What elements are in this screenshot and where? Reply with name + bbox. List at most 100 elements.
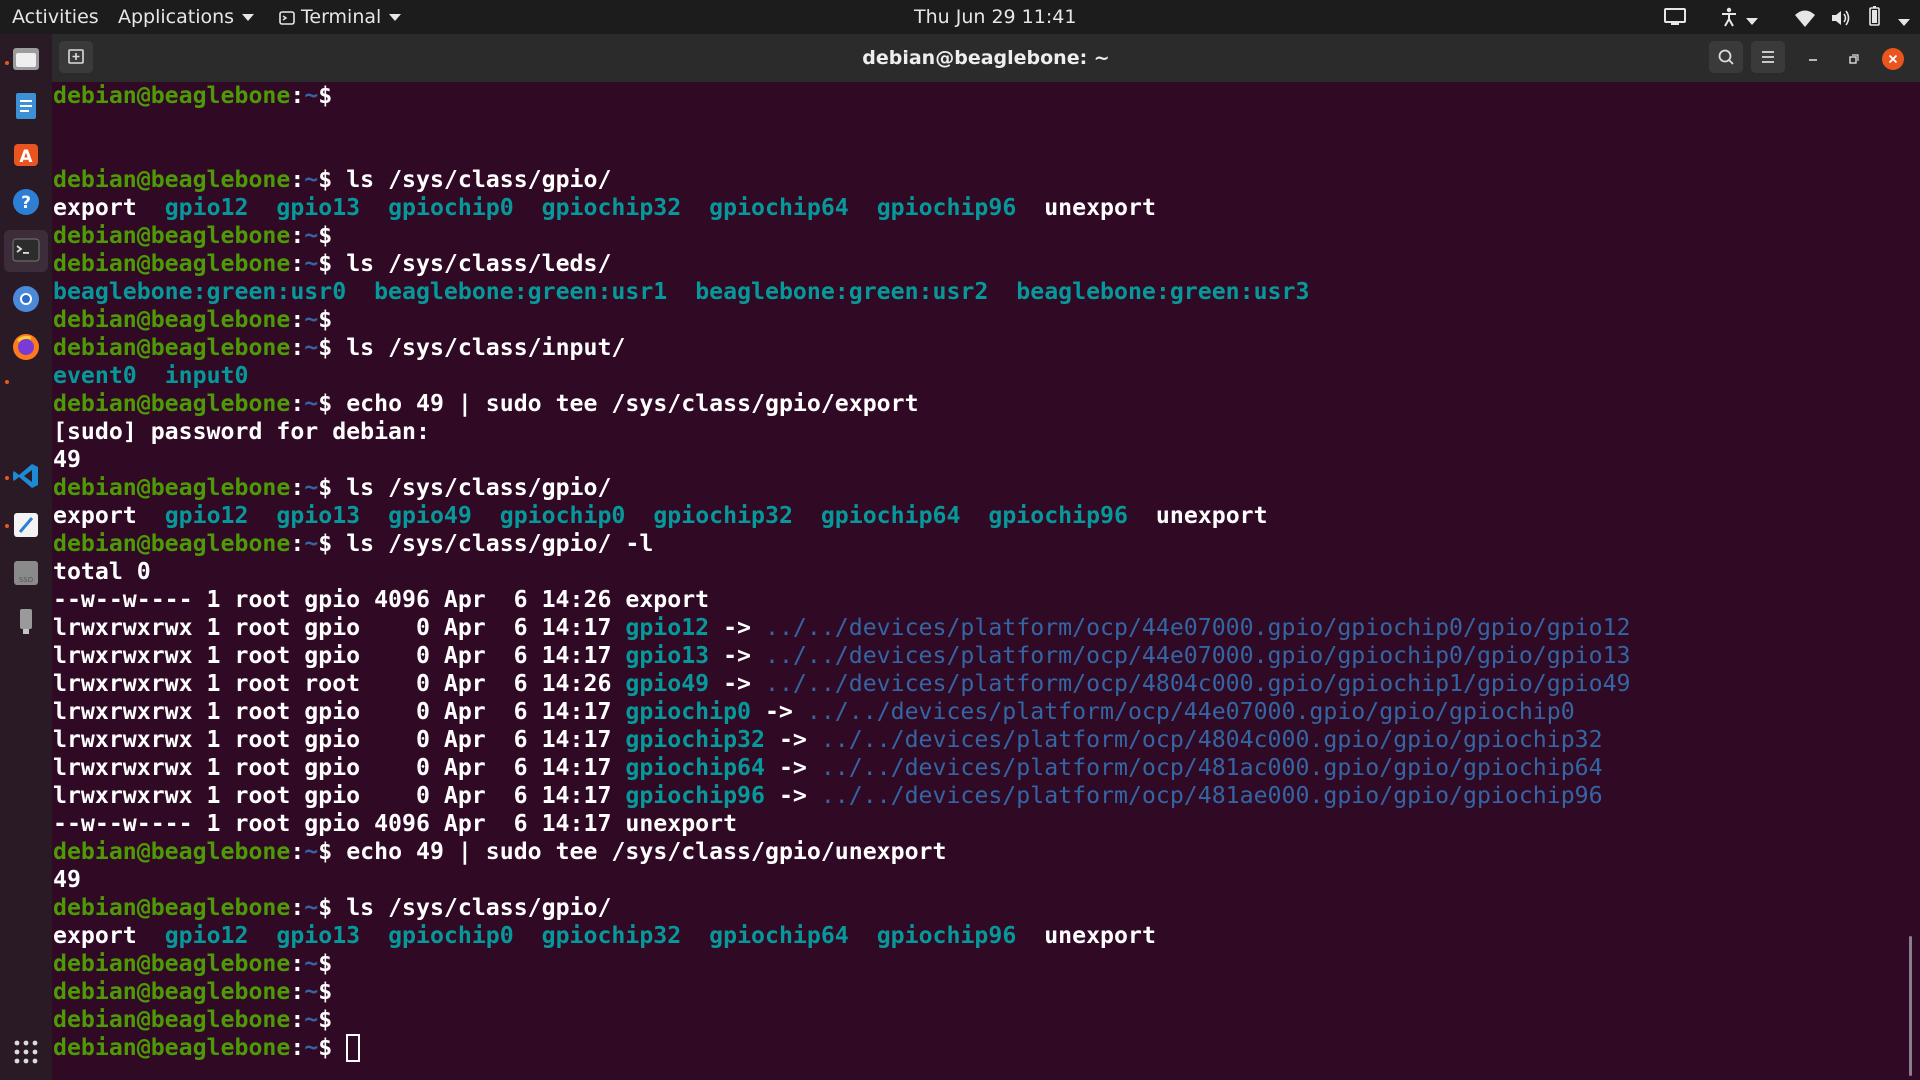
running-indicator: [5, 524, 9, 528]
command-text: ls /sys/class/gpio/: [332, 474, 612, 501]
prompt-user: debian@beaglebone: [53, 474, 291, 501]
text-cursor[interactable]: [346, 1034, 361, 1062]
hamburger-menu-button[interactable]: [1751, 41, 1785, 73]
prompt-dollar: $: [318, 390, 333, 417]
prompt-user: debian@beaglebone: [53, 250, 291, 277]
close-icon: [1888, 54, 1898, 64]
activities-button[interactable]: Activities: [12, 0, 99, 34]
output-text: ../../devices/platform/ocp/481ae000.gpio…: [820, 782, 1603, 809]
vscode-icon[interactable]: [11, 461, 41, 491]
help-icon[interactable]: ?: [11, 187, 41, 217]
close-button[interactable]: [1882, 48, 1904, 70]
window-titlebar[interactable]: debian@beaglebone: ~: [52, 34, 1920, 82]
prompt-separator: :: [290, 250, 305, 277]
scrollbar[interactable]: [1909, 936, 1912, 1076]
prompt-dollar: $: [318, 1034, 333, 1061]
prompt-user: debian@beaglebone: [53, 838, 291, 865]
output-text: lrwxrwxrwx 1 root gpio 0 Apr 6 14:17: [53, 642, 626, 669]
output-text: export: [53, 502, 137, 529]
output-text: gpio13: [276, 194, 361, 221]
maximize-button[interactable]: [1842, 48, 1864, 70]
prompt-dollar: $: [318, 166, 333, 193]
prompt-line: debian@beaglebone:~$: [53, 82, 332, 110]
output-text: ->: [751, 698, 807, 725]
prompt-separator: :: [290, 334, 305, 361]
output-line: 49: [53, 446, 81, 474]
output-text: event0: [53, 362, 137, 389]
disk-icon[interactable]: SSD: [11, 558, 41, 588]
prompt-user: debian@beaglebone: [53, 530, 291, 557]
output-text: ->: [764, 782, 821, 809]
prompt-line: debian@beaglebone:~$: [53, 978, 332, 1006]
chevron-down-icon: [1746, 18, 1758, 25]
svg-text:SSD: SSD: [19, 576, 33, 584]
running-indicator: [5, 380, 9, 384]
chromium-icon[interactable]: [11, 284, 41, 314]
prompt-path: ~: [304, 82, 319, 109]
prompt-dollar: $: [318, 530, 333, 557]
prompt-path: ~: [304, 838, 319, 865]
prompt-dollar: $: [318, 950, 333, 977]
output-text: gpiochip96: [625, 782, 765, 809]
output-line: lrwxrwxrwx 1 root gpio 0 Apr 6 14:17 gpi…: [53, 642, 1631, 670]
software-center-icon[interactable]: A: [11, 139, 41, 169]
top-bar: Activities Applications Terminal Thu Jun…: [0, 0, 1920, 34]
files-icon[interactable]: [11, 44, 41, 74]
output-line: lrwxrwxrwx 1 root gpio 0 Apr 6 14:17 gpi…: [53, 726, 1603, 754]
prompt-separator: :: [290, 894, 305, 921]
terminal-output[interactable]: debian@beaglebone:~$ debian@beaglebone:~$…: [52, 82, 1905, 1080]
output-text: ->: [764, 726, 821, 753]
terminal-app-menu[interactable]: Terminal: [279, 0, 402, 34]
firefox-icon[interactable]: [11, 332, 41, 362]
prompt-line: debian@beaglebone:~$ ls /sys/class/gpio/: [53, 166, 611, 194]
firefox-icon[interactable]: [11, 380, 41, 410]
search-button[interactable]: [1709, 41, 1743, 73]
prompt-dollar: $: [318, 978, 333, 1005]
prompt-separator: :: [290, 166, 305, 193]
output-line: export gpio12 gpio13 gpiochip0 gpiochip3…: [53, 922, 1156, 950]
output-line: lrwxrwxrwx 1 root gpio 0 Apr 6 14:17 gpi…: [53, 782, 1603, 810]
output-line: total 0: [53, 558, 151, 586]
output-line: export gpio12 gpio13 gpio49 gpiochip0 gp…: [53, 502, 1268, 530]
output-text: lrwxrwxrwx 1 root gpio 0 Apr 6 14:17: [53, 726, 626, 753]
clock[interactable]: Thu Jun 29 11:41: [914, 0, 1076, 34]
prompt-dollar: $: [318, 250, 333, 277]
output-text: gpio13: [276, 922, 361, 949]
display-icon[interactable]: [1664, 0, 1686, 34]
output-text: lrwxrwxrwx 1 root gpio 0 Apr 6 14:17: [53, 754, 626, 781]
prompt-path: ~: [304, 978, 319, 1005]
minimize-button[interactable]: [1802, 48, 1824, 70]
accessibility-menu[interactable]: [1720, 0, 1758, 34]
show-apps-icon[interactable]: [11, 1037, 41, 1067]
output-text: lrwxrwxrwx 1 root gpio 0 Apr 6 14:17: [53, 782, 626, 809]
output-text: ../../devices/platform/ocp/4804c000.gpio…: [764, 670, 1631, 697]
applications-label: Applications: [118, 6, 235, 28]
terminal-icon[interactable]: [11, 235, 41, 265]
output-text: input0: [164, 362, 249, 389]
usb-drive-icon[interactable]: [11, 606, 41, 636]
output-text: gpio13: [276, 502, 361, 529]
prompt-line: debian@beaglebone:~$ ls /sys/class/leds/: [53, 250, 611, 278]
chevron-down-icon: [389, 14, 402, 21]
command-text: ls /sys/class/leds/: [332, 250, 612, 277]
output-text: 49: [53, 446, 81, 473]
output-text: total 0: [53, 558, 151, 585]
applications-menu[interactable]: Applications: [118, 0, 255, 34]
prompt-path: ~: [304, 334, 319, 361]
output-text: gpiochip0: [388, 922, 514, 949]
prompt-line: debian@beaglebone:~$ ls /sys/class/input…: [53, 334, 625, 362]
output-text: gpiochip0: [625, 698, 752, 725]
prompt-user: debian@beaglebone: [53, 82, 291, 109]
notes-icon[interactable]: [11, 510, 41, 540]
text-editor-icon[interactable]: [11, 91, 41, 121]
system-menu[interactable]: [1794, 0, 1911, 34]
output-text: ../../devices/platform/ocp/44e07000.gpio…: [806, 698, 1575, 725]
